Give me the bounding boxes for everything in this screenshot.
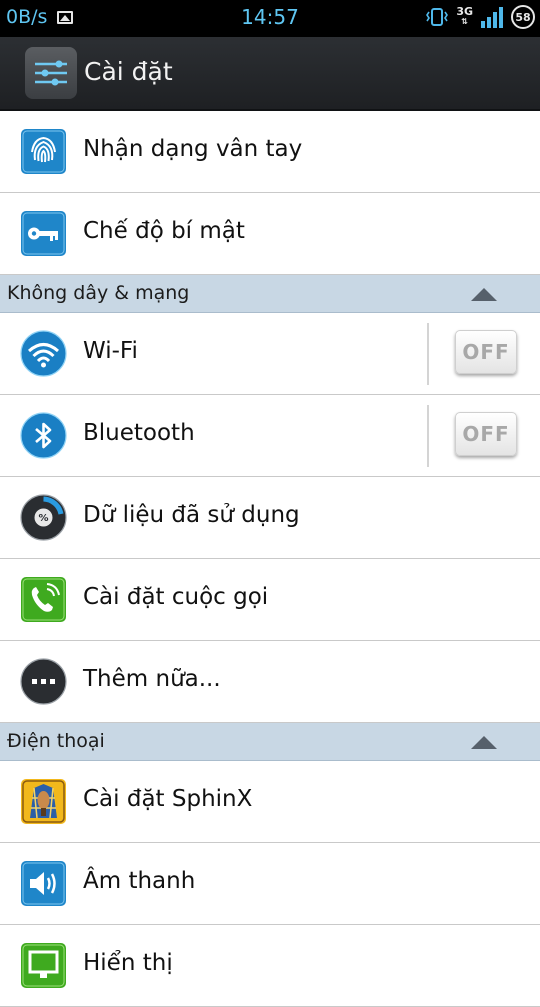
phone-icon	[21, 577, 66, 622]
svg-text:%: %	[38, 513, 48, 524]
setting-label: Chế độ bí mật	[83, 218, 245, 244]
wifi-icon	[20, 330, 67, 377]
network-3g-icon: 3G ⇅	[456, 5, 473, 26]
setting-display[interactable]: Hiển thị	[0, 925, 540, 1007]
wifi-toggle[interactable]: OFF	[455, 330, 517, 374]
section-header-wireless[interactable]: Không dây & mạng	[0, 275, 540, 313]
more-icon	[20, 658, 67, 705]
sphinx-icon	[21, 779, 66, 824]
vibrate-icon	[426, 8, 449, 26]
speaker-icon	[21, 861, 66, 906]
battery-icon: 58	[511, 5, 535, 29]
setting-label: Bluetooth	[83, 420, 195, 446]
setting-bluetooth[interactable]: Bluetooth OFF	[0, 395, 540, 477]
status-right: 3G ⇅ 58	[426, 5, 535, 29]
key-icon	[21, 211, 66, 256]
display-icon	[21, 943, 66, 988]
setting-sound[interactable]: Âm thanh	[0, 843, 540, 925]
settings-sliders-icon[interactable]	[25, 47, 77, 99]
setting-data-usage[interactable]: % Dữ liệu đã sử dụng	[0, 477, 540, 559]
page-title: Cài đặt	[84, 57, 173, 86]
setting-wifi[interactable]: Wi-Fi OFF	[0, 313, 540, 395]
setting-label: Wi-Fi	[83, 338, 138, 364]
bluetooth-icon	[20, 412, 67, 459]
section-title: Không dây & mạng	[7, 282, 190, 304]
status-bar: 0B/s 14:57 3G ⇅ 58	[0, 0, 540, 37]
setting-more[interactable]: Thêm nữa...	[0, 641, 540, 723]
setting-label: Âm thanh	[83, 868, 196, 894]
collapse-arrow-icon[interactable]	[471, 288, 497, 301]
bluetooth-toggle[interactable]: OFF	[455, 412, 517, 456]
setting-private-mode[interactable]: Chế độ bí mật	[0, 193, 540, 275]
setting-sphinx[interactable]: Cài đặt SphinX	[0, 761, 540, 843]
section-header-phone[interactable]: Điện thoại	[0, 723, 540, 761]
fingerprint-icon	[21, 129, 66, 174]
action-bar: Cài đặt	[0, 37, 540, 111]
battery-level: 58	[515, 10, 531, 24]
vertical-divider	[427, 323, 429, 385]
data-usage-icon: %	[20, 494, 67, 541]
vertical-divider	[427, 405, 429, 467]
setting-label: Nhận dạng vân tay	[83, 136, 303, 162]
collapse-arrow-icon[interactable]	[471, 736, 497, 749]
signal-icon	[481, 6, 503, 28]
setting-label: Dữ liệu đã sử dụng	[83, 502, 300, 528]
setting-fingerprint[interactable]: Nhận dạng vân tay	[0, 111, 540, 193]
setting-label: Thêm nữa...	[83, 666, 221, 692]
settings-list: Nhận dạng vân tay Chế độ bí mật Không dâ…	[0, 111, 540, 1007]
setting-call[interactable]: Cài đặt cuộc gọi	[0, 559, 540, 641]
setting-label: Cài đặt cuộc gọi	[83, 584, 269, 610]
section-title: Điện thoại	[7, 730, 105, 752]
network-type: 3G	[456, 5, 473, 18]
setting-label: Cài đặt SphinX	[83, 786, 253, 812]
setting-label: Hiển thị	[83, 950, 173, 976]
